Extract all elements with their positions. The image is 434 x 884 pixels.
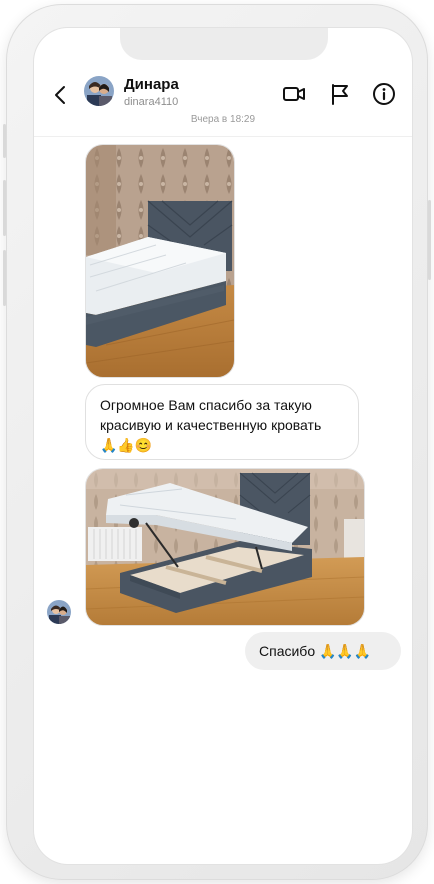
outgoing-message-bubble[interactable]: Спасибо 🙏🙏🙏	[245, 632, 401, 670]
bed-photo	[86, 145, 234, 377]
message-text-line: красивую и качественную кровать	[100, 417, 322, 433]
message-photo[interactable]	[85, 468, 365, 626]
phone-side-button	[3, 180, 6, 236]
sender-avatar[interactable]	[47, 600, 71, 624]
phone-frame: Динара dinara4110 Вчера в 18:29 Огромное…	[3, 4, 431, 880]
message-timestamp: Вчера в 18:29	[190, 114, 256, 125]
reply-emoji: 🙏🙏🙏	[319, 643, 372, 659]
avatar[interactable]	[84, 76, 114, 106]
video-call-button[interactable]	[282, 82, 306, 106]
contact-name[interactable]: Динара	[124, 76, 179, 93]
bed-lifted-photo	[86, 469, 364, 625]
report-button[interactable]	[328, 82, 352, 106]
info-icon	[373, 83, 395, 105]
incoming-message-bubble[interactable]: Огромное Вам спасибо за такую красивую и…	[85, 384, 359, 460]
message-emoji: 🙏👍😊	[100, 437, 153, 453]
flag-icon	[332, 84, 348, 105]
back-button[interactable]	[48, 82, 74, 108]
contact-username: dinara4110	[124, 96, 179, 108]
phone-side-button	[3, 250, 6, 306]
phone-screen: Динара dinara4110 Вчера в 18:29 Огромное…	[34, 28, 412, 864]
chevron-left-icon	[55, 86, 65, 104]
phone-side-button	[3, 124, 6, 158]
chat-header: Динара dinara4110	[34, 72, 412, 137]
phone-notch	[120, 28, 328, 60]
reply-text: Спасибо	[259, 643, 316, 659]
message-text-line: Огромное Вам спасибо за такую	[100, 397, 312, 413]
message-photo[interactable]	[85, 144, 235, 378]
info-button[interactable]	[372, 82, 396, 106]
video-camera-icon	[283, 87, 305, 101]
phone-side-button	[428, 200, 431, 280]
